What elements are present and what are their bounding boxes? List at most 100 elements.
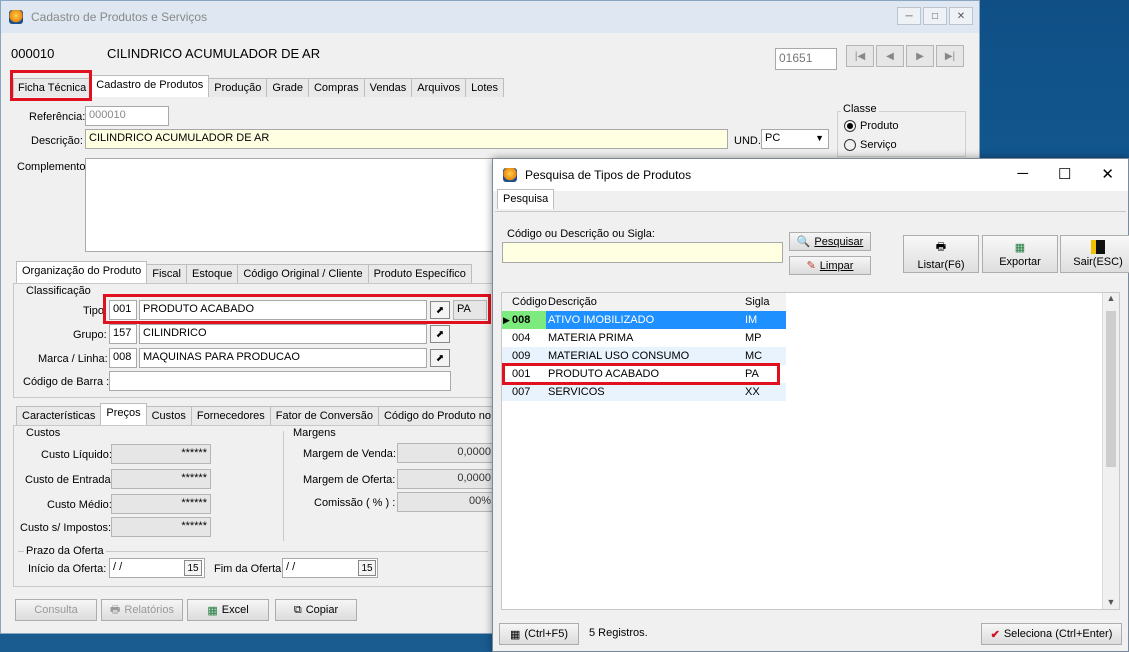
- first-record-button[interactable]: |◀: [846, 45, 874, 67]
- window-title: Cadastro de Produtos e Serviços: [31, 10, 208, 24]
- scroll-thumb[interactable]: [1106, 311, 1116, 467]
- margem-venda-field[interactable]: 0,0000: [397, 443, 495, 463]
- col-descricao[interactable]: Descrição: [546, 296, 742, 308]
- scroll-up-icon[interactable]: ▲: [1103, 293, 1119, 303]
- excel-button[interactable]: ▦ Excel: [187, 599, 269, 621]
- classificacao-label: Classificação: [24, 285, 93, 297]
- marca-desc-field[interactable]: MAQUINAS PARA PRODUCAO: [139, 348, 427, 368]
- tab-custos[interactable]: Custos: [145, 406, 192, 425]
- seleciona-button[interactable]: ✔ Seleciona (Ctrl+Enter): [981, 623, 1122, 645]
- app-icon: [9, 10, 23, 24]
- radio-servico[interactable]: Serviço: [844, 139, 897, 151]
- tab-fator-conversao[interactable]: Fator de Conversão: [269, 406, 379, 425]
- tab-caracteristicas[interactable]: Características: [16, 406, 102, 425]
- margem-oferta-field[interactable]: 0,0000: [397, 469, 495, 489]
- close-button[interactable]: ✕: [949, 7, 973, 25]
- dialog-maximize-button[interactable]: ☐: [1058, 165, 1071, 183]
- referencia-label: Referência:: [29, 111, 86, 123]
- complemento-label: Complemento:: [17, 161, 89, 173]
- grupo-desc-field[interactable]: CILINDRICO: [139, 324, 427, 344]
- classe-label: Classe: [841, 103, 879, 115]
- tab-codigo-produto[interactable]: Código do Produto no: [377, 406, 497, 425]
- last-record-button[interactable]: ▶|: [936, 45, 964, 67]
- grupo-code-field[interactable]: 157: [109, 324, 137, 344]
- tab-compras[interactable]: Compras: [307, 78, 365, 97]
- descricao-field[interactable]: CILINDRICO ACUMULADOR DE AR: [85, 129, 728, 149]
- record-field[interactable]: 01651: [775, 48, 837, 70]
- margem-oferta-label: Margem de Oferta:: [303, 474, 396, 486]
- barra-field[interactable]: [109, 371, 451, 391]
- app-icon: [503, 168, 517, 182]
- sair-button[interactable]: Sair(ESC): [1060, 235, 1129, 273]
- eraser-icon: ✎: [806, 260, 816, 272]
- table-row[interactable]: 004 MATERIA PRIMA MP: [502, 329, 786, 347]
- ctrl-f5-button[interactable]: ▦ (Ctrl+F5): [499, 623, 579, 645]
- pesquisar-button[interactable]: 🔍 Pesquisar: [789, 232, 871, 251]
- custo-liquido-field: ******: [111, 444, 211, 464]
- descricao-label: Descrição:: [31, 135, 83, 147]
- col-sigla[interactable]: Sigla: [742, 296, 778, 308]
- table-row[interactable]: ▶ 008 ATIVO IMOBILIZADO IM: [502, 311, 786, 329]
- dialog-minimize-button[interactable]: ─: [1017, 165, 1028, 183]
- grupo-lookup-icon[interactable]: ⬈: [430, 325, 450, 343]
- calendar-icon[interactable]: 15: [184, 560, 202, 576]
- und-value: PC: [765, 132, 781, 144]
- tab-producao[interactable]: Produção: [208, 78, 268, 97]
- search-input[interactable]: [502, 242, 783, 263]
- barra-label: Código de Barra :: [23, 376, 110, 388]
- tab-lotes[interactable]: Lotes: [465, 78, 505, 97]
- und-select[interactable]: PC ▼: [761, 129, 829, 149]
- custo-medio-field: ******: [111, 494, 211, 514]
- col-codigo[interactable]: Código: [502, 296, 547, 308]
- copy-icon: ⧉: [293, 603, 302, 616]
- table-row[interactable]: 007 SERVICOS XX: [502, 383, 786, 401]
- marca-lookup-icon[interactable]: ⬈: [430, 349, 450, 367]
- custo-entrada-field: ******: [111, 469, 211, 489]
- highlight-produto-acabado: [502, 363, 780, 385]
- tab-produto-especifico[interactable]: Produto Específico: [367, 264, 472, 283]
- calendar-icon[interactable]: 15: [358, 560, 376, 576]
- tab-organizacao[interactable]: Organização do Produto: [16, 261, 148, 283]
- tab-fornecedores[interactable]: Fornecedores: [190, 406, 271, 425]
- prazo-label: Prazo da Oferta: [24, 545, 106, 557]
- relatorios-button[interactable]: 🖶 Relatórios: [101, 599, 183, 621]
- comissao-field[interactable]: 00%: [397, 492, 495, 512]
- marca-label: Marca / Linha:: [38, 353, 108, 365]
- dialog-close-button[interactable]: ✕: [1101, 165, 1114, 183]
- prev-record-button[interactable]: ◀: [876, 45, 904, 67]
- row-pointer-icon: ▶: [503, 314, 510, 325]
- excel-icon: ▦: [1014, 241, 1026, 254]
- listar-button[interactable]: 🖶 Listar(F6): [903, 235, 979, 273]
- chevron-down-icon: ▼: [815, 133, 824, 143]
- margens-label: Margens: [291, 427, 338, 439]
- exportar-button[interactable]: ▦ Exportar: [982, 235, 1058, 273]
- comissao-label: Comissão ( % ) :: [314, 497, 396, 509]
- maximize-button[interactable]: □: [923, 7, 947, 25]
- excel-icon: ▦: [207, 604, 218, 617]
- copiar-button[interactable]: ⧉ Copiar: [275, 599, 357, 621]
- scroll-down-icon[interactable]: ▼: [1103, 597, 1119, 607]
- tab-arquivos[interactable]: Arquivos: [411, 78, 467, 97]
- search-icon: 🔍: [796, 236, 811, 248]
- radio-produto[interactable]: Produto: [844, 120, 899, 132]
- tab-fiscal[interactable]: Fiscal: [146, 264, 187, 283]
- complemento-field[interactable]: [85, 158, 505, 252]
- tab-cadastro-produtos[interactable]: Cadastro de Produtos: [90, 75, 210, 97]
- consulta-button[interactable]: Consulta: [15, 599, 97, 621]
- marca-code-field[interactable]: 008: [109, 348, 137, 368]
- tab-grade[interactable]: Grade: [266, 78, 309, 97]
- tab-codigo-original[interactable]: Código Original / Cliente: [237, 264, 369, 283]
- fim-label: Fim da Oferta:: [214, 563, 285, 575]
- limpar-button[interactable]: ✎ Limpar: [789, 256, 871, 275]
- product-code: 000010: [11, 46, 55, 61]
- next-record-button[interactable]: ▶: [906, 45, 934, 67]
- search-dialog: Pesquisa de Tipos de Produtos ─ ☐ ✕ Pesq…: [492, 158, 1129, 652]
- tab-pesquisa[interactable]: Pesquisa: [497, 189, 555, 209]
- minimize-button[interactable]: ─: [897, 7, 921, 25]
- referencia-field[interactable]: 000010: [85, 106, 169, 126]
- tab-vendas[interactable]: Vendas: [363, 78, 413, 97]
- grid-scrollbar[interactable]: ▲ ▼: [1102, 293, 1119, 609]
- grid-header: Código Descrição Sigla: [502, 293, 786, 311]
- tab-precos[interactable]: Preços: [100, 403, 147, 425]
- tab-estoque[interactable]: Estoque: [185, 264, 239, 283]
